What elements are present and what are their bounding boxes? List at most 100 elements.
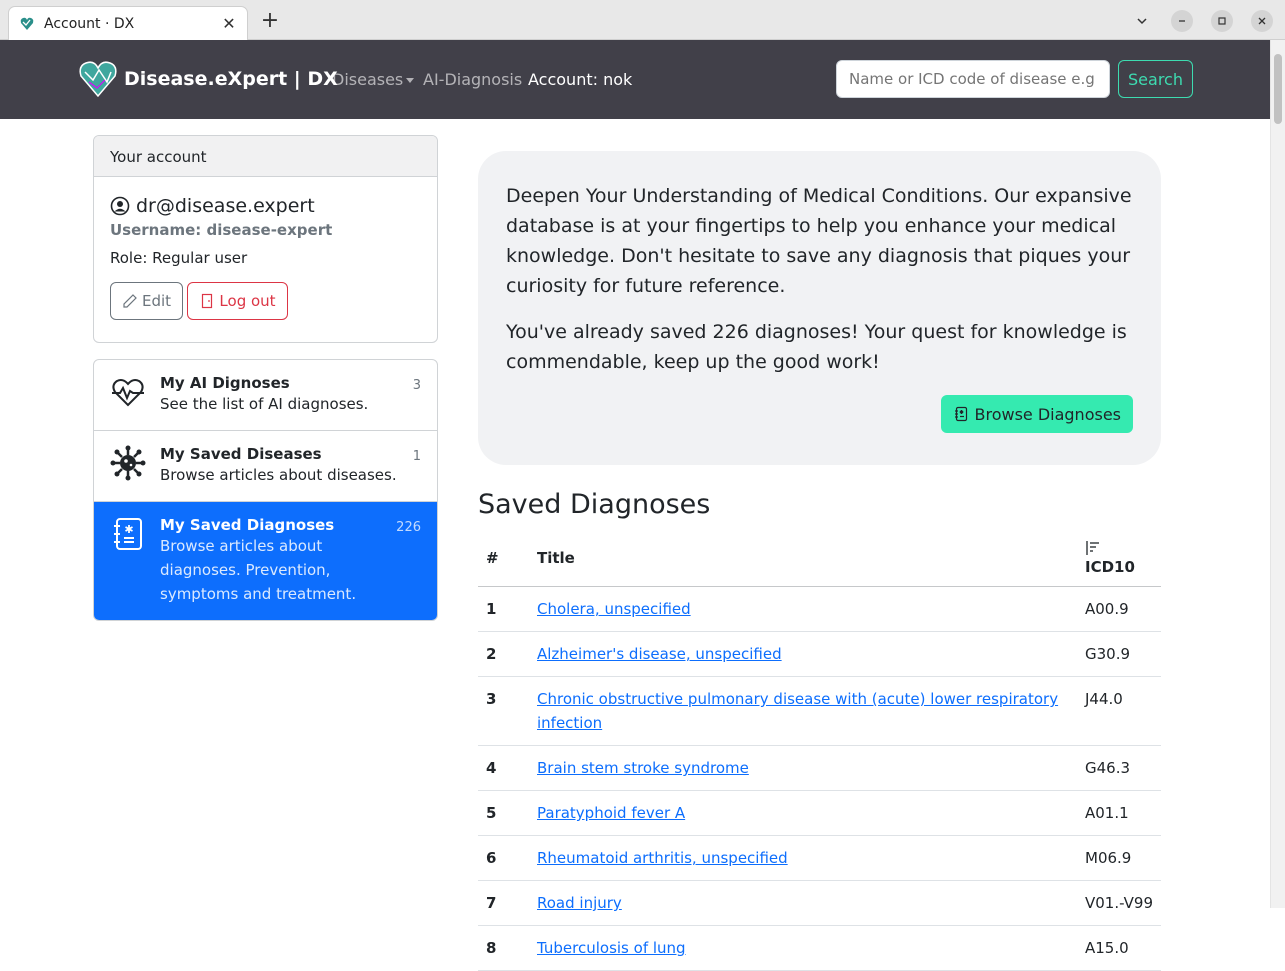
maximize-icon[interactable] (1211, 10, 1233, 32)
row-icd10: G30.9 (1077, 631, 1161, 677)
row-icd10: M06.9 (1077, 835, 1161, 881)
account-email: dr@disease.expert (136, 195, 315, 217)
row-icd10: V01.-V99 (1077, 880, 1161, 926)
nav-account[interactable]: Account: nok (528, 70, 632, 89)
table-row: 3 Chronic obstructive pulmonary disease w… (478, 676, 1161, 746)
row-number: 2 (478, 631, 529, 677)
sidebar-item-text: My Saved Diseases Browse articles about … (160, 445, 397, 487)
column-header-icd10[interactable]: ICD10 (1077, 530, 1161, 587)
sidebar-item-saved-diagnoses[interactable]: My Saved Diagnoses Browse articles about… (94, 502, 437, 620)
saved-diagnoses-table: # Title ICD10 1 Cholera, unspecified A00.9… (478, 530, 1161, 971)
sidebar-item-saved-diseases[interactable]: My Saved Diseases Browse articles about … (94, 431, 437, 502)
chevron-down-icon[interactable] (1131, 10, 1153, 32)
brand-link[interactable]: Disease.eXpert | DX (77, 58, 338, 100)
row-title-cell: Alzheimer's disease, unspecified (529, 631, 1077, 677)
sidebar-item-desc: See the list of AI diagnoses. (160, 395, 369, 413)
row-icd10: J44.0 (1077, 676, 1161, 746)
sidebar-item-text: My Saved Diagnoses Browse articles about… (160, 516, 360, 606)
diagnosis-link[interactable]: Paratyphoid fever A (537, 804, 685, 822)
intro-saved-count-paragraph: You've already saved 226 diagnoses! Your… (506, 321, 1127, 373)
column-header-icd10-label: ICD10 (1085, 558, 1135, 576)
sidebar-item-count: 1 (412, 449, 421, 464)
journal-medical-icon (955, 406, 968, 422)
row-title-cell: Brain stem stroke syndrome (529, 745, 1077, 791)
row-icd10: A00.9 (1077, 586, 1161, 632)
diagnosis-link[interactable]: Chronic obstructive pulmonary disease wi… (537, 690, 1058, 732)
diagnosis-link[interactable]: Road injury (537, 894, 622, 912)
dx-logo-icon (20, 17, 34, 30)
heart-pulse-icon (112, 379, 144, 407)
row-icd10: G46.3 (1077, 745, 1161, 791)
saved-diagnoses-title: Saved Diagnoses (478, 489, 711, 520)
row-number: 1 (478, 586, 529, 632)
browser-tab[interactable]: Account · DX ✕ (8, 6, 248, 40)
journal-medical-icon (114, 518, 142, 550)
search-button[interactable]: Search (1118, 60, 1193, 98)
diagnosis-link[interactable]: Rheumatoid arthritis, unspecified (537, 849, 788, 867)
caret-down-icon (406, 78, 415, 83)
browser-chrome: Account · DX ✕ + (0, 0, 1285, 40)
intro-box: Deepen Your Understanding of Medical Con… (478, 151, 1161, 465)
pencil-icon (123, 294, 137, 308)
page-scrollbar[interactable] (1270, 40, 1285, 908)
row-number: 6 (478, 835, 529, 881)
new-tab-button[interactable]: + (259, 8, 281, 34)
table-row: 8 Tuberculosis of lung A15.0 (478, 925, 1161, 971)
sidebar-item-title: My Saved Diagnoses (160, 516, 335, 534)
nav-ai-diagnosis[interactable]: AI-Diagnosis (423, 70, 522, 89)
diagnosis-link[interactable]: Brain stem stroke syndrome (537, 759, 749, 777)
sidebar-item-desc: Browse articles about diagnoses. Prevent… (160, 537, 357, 603)
account-email-row: dr@disease.expert (110, 195, 421, 217)
row-title-cell: Road injury (529, 880, 1077, 926)
row-number: 8 (478, 925, 529, 971)
table-row: 1 Cholera, unspecified A00.9 (478, 586, 1161, 632)
logout-label: Log out (219, 292, 276, 310)
row-title-cell: Chronic obstructive pulmonary disease wi… (529, 676, 1077, 746)
search-input[interactable] (836, 60, 1110, 98)
brand-logo-icon (79, 61, 117, 98)
navbar: Disease.eXpert | DX Diseases AI-Diagnosi… (0, 40, 1270, 119)
account-role: Role: Regular user (110, 249, 248, 267)
nav-diseases-dropdown[interactable]: Diseases (332, 70, 415, 89)
tab-title: Account · DX (44, 15, 135, 32)
row-number: 4 (478, 745, 529, 791)
column-header-number: # (478, 530, 529, 587)
table-row: 2 Alzheimer's disease, unspecified G30.9 (478, 631, 1161, 677)
table-header-row: # Title ICD10 (478, 530, 1161, 587)
account-card: Your account dr@disease.expert Username:… (93, 135, 438, 343)
sidebar-item-count: 3 (412, 378, 421, 393)
logout-button[interactable]: Log out (187, 282, 288, 320)
row-icd10: A15.0 (1077, 925, 1161, 971)
browse-diagnoses-label: Browse Diagnoses (974, 404, 1121, 424)
browse-diagnoses-button[interactable]: Browse Diagnoses (941, 395, 1133, 433)
user-circle-icon (110, 196, 130, 216)
table-row: 4 Brain stem stroke syndrome G46.3 (478, 745, 1161, 791)
sidebar-item-desc: Browse articles about diseases. (160, 466, 397, 484)
close-icon[interactable]: ✕ (221, 14, 237, 33)
diagnosis-link[interactable]: Alzheimer's disease, unspecified (537, 645, 782, 663)
sidebar-item-ai-diagnoses[interactable]: My AI Dignoses See the list of AI diagno… (94, 360, 437, 431)
intro-paragraph: Deepen Your Understanding of Medical Con… (506, 185, 1132, 297)
minimize-icon[interactable] (1171, 10, 1193, 32)
account-card-header: Your account (94, 136, 437, 177)
nav-diseases-label: Diseases (332, 70, 404, 89)
table-row: 7 Road injury V01.-V99 (478, 880, 1161, 926)
column-header-title: Title (529, 530, 1077, 587)
edit-label: Edit (141, 292, 172, 310)
virus-icon (110, 445, 146, 481)
row-title-cell: Paratyphoid fever A (529, 790, 1077, 836)
table-row: 5 Paratyphoid fever A A01.1 (478, 790, 1161, 836)
table-row: 6 Rheumatoid arthritis, unspecified M06.9 (478, 835, 1161, 881)
row-title-cell: Tuberculosis of lung (529, 925, 1077, 971)
brand-name: Disease.eXpert | DX (124, 68, 338, 90)
row-title-cell: Rheumatoid arthritis, unspecified (529, 835, 1077, 881)
row-number: 5 (478, 790, 529, 836)
window-close-icon[interactable] (1251, 10, 1273, 32)
diagnosis-link[interactable]: Cholera, unspecified (537, 600, 691, 618)
edit-button[interactable]: Edit (110, 282, 183, 320)
diagnosis-link[interactable]: Tuberculosis of lung (537, 939, 686, 957)
account-username: Username: disease-expert (110, 221, 333, 239)
sidebar-list: My AI Dignoses See the list of AI diagno… (93, 359, 438, 621)
row-number: 3 (478, 676, 529, 746)
scrollbar-thumb[interactable] (1274, 54, 1282, 124)
